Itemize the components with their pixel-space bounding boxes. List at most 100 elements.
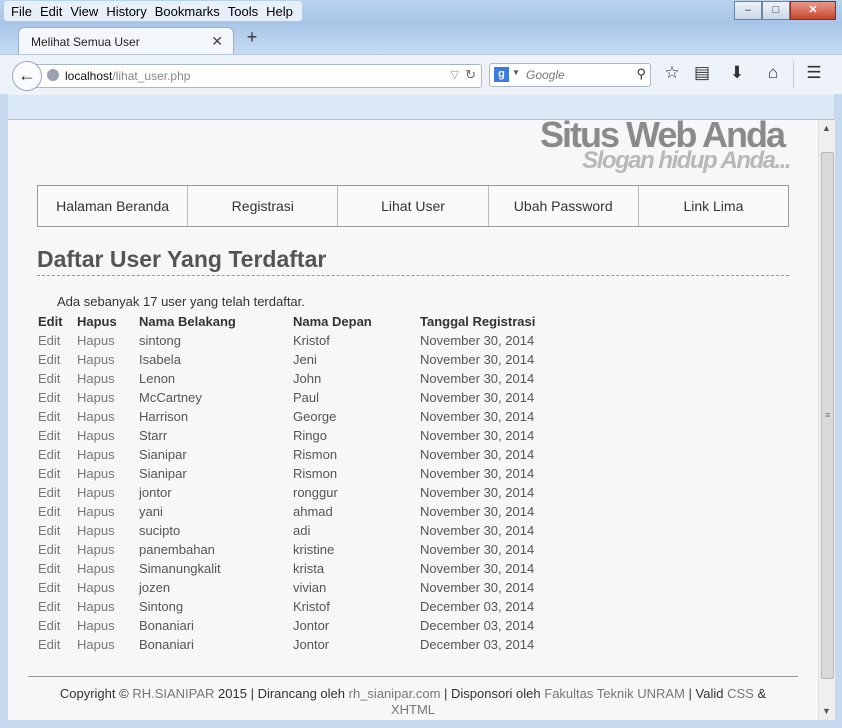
- footer-designer-link[interactable]: rh_sianipar.com: [349, 686, 441, 701]
- vertical-scrollbar[interactable]: ▲ ≡ ▼: [818, 120, 835, 720]
- footer-owner-link[interactable]: RH.SIANIPAR: [132, 686, 214, 701]
- url-dropdown-icon[interactable]: ▽: [451, 68, 459, 81]
- footer-css-link[interactable]: CSS: [727, 686, 754, 701]
- search-box[interactable]: g ▼ Google ⚲: [489, 63, 651, 87]
- edit-link[interactable]: Edit: [38, 559, 77, 578]
- footer-sponsored: | Disponsori oleh: [444, 686, 541, 701]
- hapus-link[interactable]: Hapus: [77, 559, 139, 578]
- nav-registrasi[interactable]: Registrasi: [188, 186, 339, 226]
- home-icon[interactable]: ⌂: [762, 63, 784, 83]
- nama-depan-cell: Rismon: [293, 447, 338, 462]
- url-bar[interactable]: localhost/lihat_user.php ▽ ↻: [34, 64, 482, 88]
- hapus-link[interactable]: Hapus: [77, 521, 139, 540]
- hapus-link[interactable]: Hapus: [77, 464, 139, 483]
- table-row: Edit Hapus Simanungkalit krista November 30,…: [38, 559, 560, 578]
- nama-belakang-cell: Sianipar: [139, 466, 187, 481]
- nama-depan-cell: ahmad: [293, 504, 333, 519]
- close-window-icon[interactable]: ✕: [790, 1, 836, 20]
- menu-tools[interactable]: Tools: [225, 1, 263, 21]
- footer-xhtml-link[interactable]: XHTML: [391, 702, 435, 717]
- tanggal-registrasi-cell: November 30, 2014: [420, 561, 535, 576]
- edit-link[interactable]: Edit: [38, 369, 77, 388]
- edit-link[interactable]: Edit: [38, 521, 77, 540]
- table-row: Edit Hapus Sianipar Rismon November 30, 2014: [38, 464, 560, 483]
- menu-file[interactable]: File: [8, 1, 37, 21]
- users-table: Edit Hapus Nama Belakang Nama Depan Tang…: [38, 312, 560, 654]
- hapus-link[interactable]: Hapus: [77, 635, 139, 654]
- footer: Copyright © RH.SIANIPAR 2015 | Dirancang…: [28, 686, 798, 718]
- table-row: Edit Hapus Harrison George November 30, 2014: [38, 407, 560, 426]
- search-engine-dropdown-icon[interactable]: ▼: [512, 68, 520, 77]
- edit-link[interactable]: Edit: [38, 578, 77, 597]
- tanggal-registrasi-cell: November 30, 2014: [420, 447, 535, 462]
- edit-link[interactable]: Edit: [38, 331, 77, 350]
- table-row: Edit Hapus panembahan kristine November 30, …: [38, 540, 560, 559]
- google-icon[interactable]: g: [494, 67, 509, 82]
- clipboard-icon[interactable]: ▤: [691, 63, 713, 83]
- hapus-link[interactable]: Hapus: [77, 578, 139, 597]
- hapus-link[interactable]: Hapus: [77, 445, 139, 464]
- nama-belakang-cell: yani: [139, 504, 163, 519]
- hapus-link[interactable]: Hapus: [77, 540, 139, 559]
- tanggal-registrasi-cell: November 30, 2014: [420, 580, 535, 595]
- hapus-link[interactable]: Hapus: [77, 331, 139, 350]
- edit-link[interactable]: Edit: [38, 597, 77, 616]
- menu-edit[interactable]: Edit: [37, 1, 67, 21]
- edit-link[interactable]: Edit: [38, 540, 77, 559]
- edit-link[interactable]: Edit: [38, 616, 77, 635]
- nav-ubah-password[interactable]: Ubah Password: [489, 186, 639, 226]
- table-row: Edit Hapus Bonaniari Jontor December 03, 201…: [38, 635, 560, 654]
- footer-sponsor-link[interactable]: Fakultas Teknik UNRAM: [544, 686, 685, 701]
- nav-halaman-beranda[interactable]: Halaman Beranda: [38, 186, 189, 226]
- maximize-icon[interactable]: □: [762, 1, 790, 20]
- edit-link[interactable]: Edit: [38, 483, 77, 502]
- tanggal-registrasi-cell: December 03, 2014: [420, 637, 535, 652]
- hapus-link[interactable]: Hapus: [77, 597, 139, 616]
- window-border-bottom: [0, 720, 842, 728]
- edit-link[interactable]: Edit: [38, 350, 77, 369]
- edit-link[interactable]: Edit: [38, 502, 77, 521]
- hapus-link[interactable]: Hapus: [77, 483, 139, 502]
- header-nama-depan: Nama Depan: [293, 314, 372, 329]
- user-count-text: Ada sebanyak 17 user yang telah terdafta…: [57, 294, 305, 309]
- main-nav: Halaman Beranda Registrasi Lihat User Ub…: [37, 185, 789, 227]
- hapus-link[interactable]: Hapus: [77, 616, 139, 635]
- hamburger-menu-icon[interactable]: ☰: [803, 63, 825, 83]
- edit-link[interactable]: Edit: [38, 464, 77, 483]
- menu-view[interactable]: View: [67, 1, 103, 21]
- nama-depan-cell: Kristof: [293, 599, 330, 614]
- tanggal-registrasi-cell: November 30, 2014: [420, 409, 535, 424]
- edit-link[interactable]: Edit: [38, 407, 77, 426]
- menu-help[interactable]: Help: [263, 1, 298, 21]
- star-icon[interactable]: ☆: [661, 63, 683, 83]
- reload-icon[interactable]: ↻: [465, 67, 476, 83]
- menu-history[interactable]: History: [103, 1, 151, 21]
- hapus-link[interactable]: Hapus: [77, 407, 139, 426]
- tab-title: Melihat Semua User: [31, 35, 140, 49]
- hapus-link[interactable]: Hapus: [77, 388, 139, 407]
- nav-lihat-user[interactable]: Lihat User: [338, 186, 489, 226]
- scroll-down-icon[interactable]: ▼: [822, 706, 831, 716]
- tab-active[interactable]: Melihat Semua User ✕: [18, 27, 234, 55]
- close-tab-icon[interactable]: ✕: [211, 33, 223, 50]
- scroll-up-icon[interactable]: ▲: [822, 123, 831, 133]
- hapus-link[interactable]: Hapus: [77, 369, 139, 388]
- nav-link-lima[interactable]: Link Lima: [639, 186, 788, 226]
- magnifier-icon[interactable]: ⚲: [636, 66, 646, 82]
- minimize-icon[interactable]: –: [734, 1, 762, 20]
- download-arrow-icon[interactable]: ⬇: [726, 63, 748, 83]
- edit-link[interactable]: Edit: [38, 426, 77, 445]
- edit-link[interactable]: Edit: [38, 635, 77, 654]
- scrollbar-thumb[interactable]: ≡: [821, 152, 834, 679]
- menu-bookmarks[interactable]: Bookmarks: [152, 1, 225, 21]
- tanggal-registrasi-cell: November 30, 2014: [420, 504, 535, 519]
- hapus-link[interactable]: Hapus: [77, 426, 139, 445]
- hapus-link[interactable]: Hapus: [77, 502, 139, 521]
- edit-link[interactable]: Edit: [38, 445, 77, 464]
- new-tab-icon[interactable]: +: [242, 27, 262, 48]
- hapus-link[interactable]: Hapus: [77, 350, 139, 369]
- back-arrow-icon[interactable]: ←: [12, 61, 42, 91]
- toolbar-separator: [793, 60, 794, 88]
- edit-link[interactable]: Edit: [38, 388, 77, 407]
- table-row: Edit Hapus Starr Ringo November 30, 2014: [38, 426, 560, 445]
